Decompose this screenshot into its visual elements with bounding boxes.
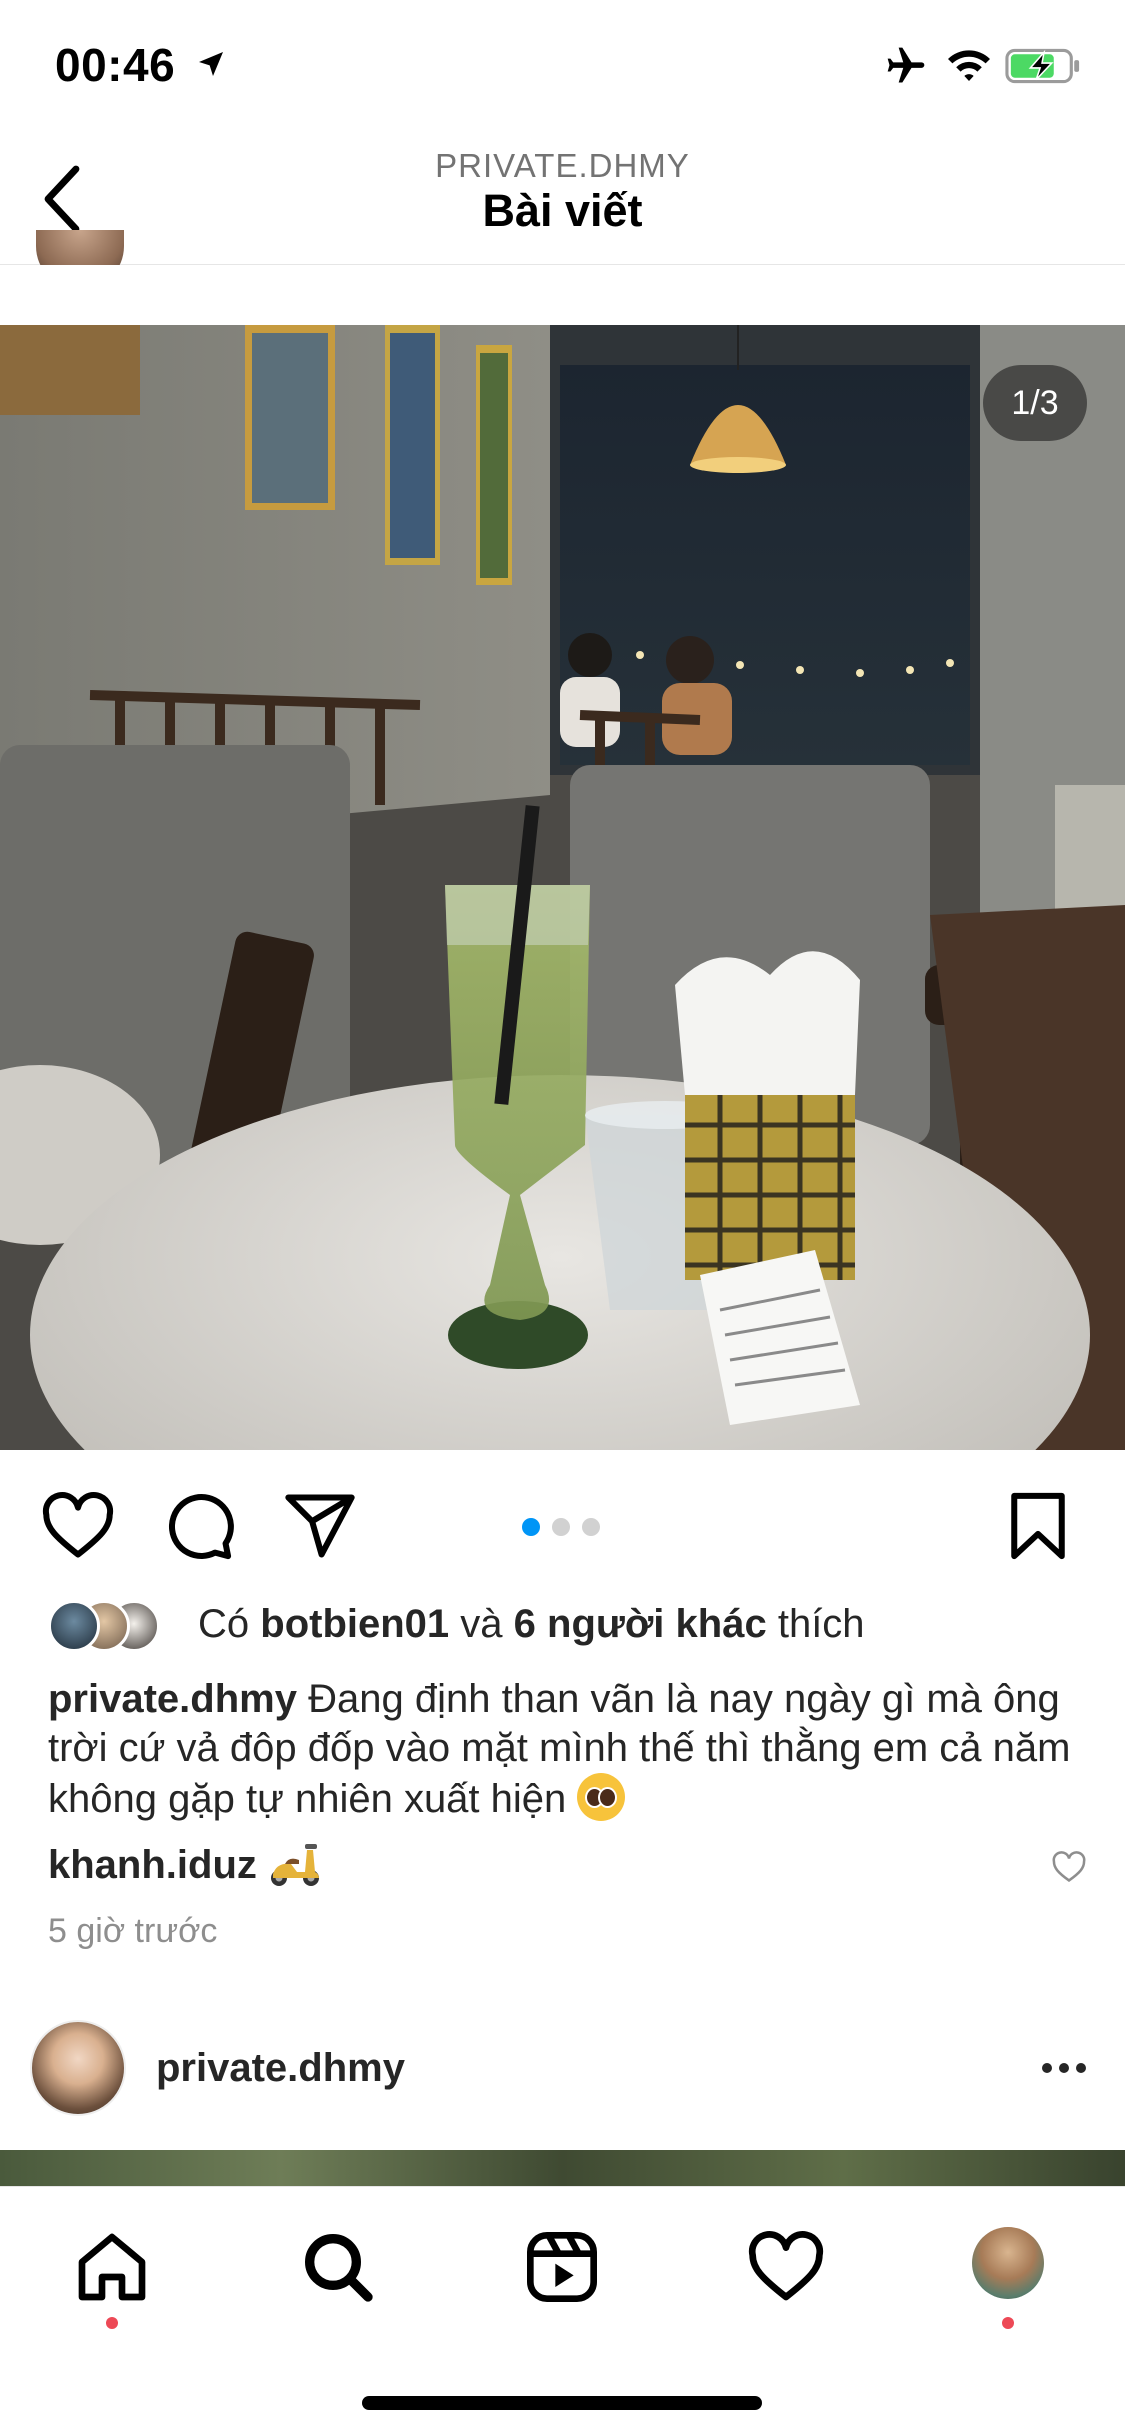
battery-charging-icon bbox=[1005, 48, 1080, 84]
post-photo[interactable]: 1/3 bbox=[0, 325, 1125, 1450]
airplane-icon bbox=[887, 47, 925, 83]
home-icon[interactable] bbox=[72, 2227, 152, 2307]
likes-connector: và bbox=[460, 1602, 503, 1646]
next-post-photo[interactable] bbox=[0, 2150, 1125, 2186]
reels-icon[interactable] bbox=[522, 2227, 602, 2307]
scooter-emoji bbox=[271, 1844, 320, 1886]
comment-heart-icon[interactable] bbox=[1050, 1848, 1088, 1886]
location-arrow-icon bbox=[199, 52, 223, 76]
photo-counter: 1/3 bbox=[983, 365, 1087, 441]
more-options-icon[interactable] bbox=[1039, 2058, 1089, 2078]
likes-prefix: Có bbox=[198, 1602, 250, 1646]
first-liker-link[interactable]: botbien01 bbox=[260, 1602, 449, 1646]
carousel-dot-2 bbox=[552, 1518, 570, 1536]
page-title: Bài viết bbox=[482, 185, 643, 236]
top-nav-header: PRIVATE.DHMY Bài viết bbox=[0, 135, 1125, 265]
comment-username[interactable]: khanh.iduz bbox=[48, 1843, 257, 1887]
status-bar: 00:46 bbox=[0, 0, 1125, 135]
liker-avatar-1 bbox=[48, 1600, 100, 1652]
share-icon[interactable] bbox=[282, 1488, 358, 1564]
home-notification-dot bbox=[106, 2317, 118, 2329]
profile-notification-dot bbox=[1002, 2317, 1014, 2329]
wifi-icon bbox=[948, 50, 990, 81]
profile-avatar[interactable] bbox=[972, 2227, 1044, 2299]
pleading-face-emoji bbox=[577, 1773, 626, 1821]
status-time: 00:46 bbox=[55, 39, 176, 91]
carousel-dot-1 bbox=[522, 1518, 540, 1536]
next-post-username[interactable]: private.dhmy bbox=[156, 2046, 405, 2091]
heart-icon[interactable] bbox=[746, 2227, 826, 2307]
post-caption: private.dhmy Đang định than vãn là nay n… bbox=[48, 1675, 1078, 1824]
heart-icon[interactable] bbox=[40, 1488, 116, 1564]
search-icon[interactable] bbox=[298, 2227, 378, 2307]
comment-icon[interactable] bbox=[160, 1488, 236, 1564]
avatar[interactable] bbox=[30, 2020, 126, 2116]
carousel-dot-3 bbox=[582, 1518, 600, 1536]
next-post-header: private.dhmy bbox=[0, 2020, 1125, 2130]
header-username: PRIVATE.DHMY bbox=[435, 147, 690, 184]
others-liked-link[interactable]: 6 người khác bbox=[514, 1602, 767, 1646]
likes-suffix: thích bbox=[777, 1602, 865, 1646]
post-actions bbox=[0, 1450, 1125, 1600]
likes-text: Có botbien01 và 6 người khác thích bbox=[198, 1602, 865, 1647]
caption-username[interactable]: private.dhmy bbox=[48, 1677, 297, 1721]
post-timestamp: 5 giờ trước bbox=[48, 1912, 218, 1950]
carousel-dots bbox=[522, 1518, 612, 1538]
home-indicator bbox=[362, 2396, 762, 2410]
bookmark-icon[interactable] bbox=[1000, 1488, 1076, 1564]
cafe-photo-illustration bbox=[0, 325, 1125, 1450]
likes-summary[interactable]: Có botbien01 và 6 người khác thích bbox=[48, 1598, 1088, 1658]
comment-item: khanh.iduz bbox=[48, 1838, 1088, 1898]
